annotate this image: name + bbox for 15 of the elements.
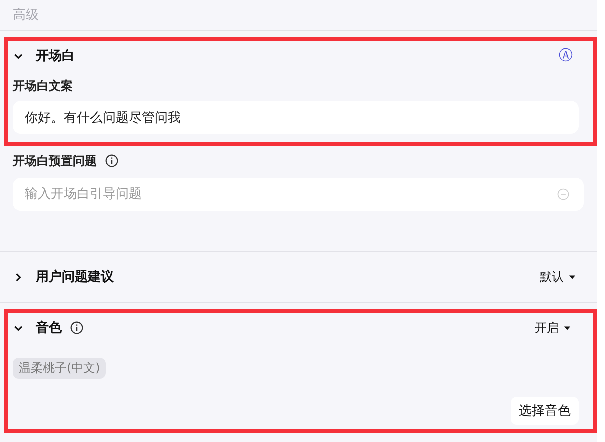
section-title[interactable]: 用户问题建议 (36, 268, 114, 286)
caret-icon (564, 324, 571, 332)
section-title[interactable]: 音色 (36, 319, 62, 337)
section-heading: 高级 (13, 7, 39, 24)
input-field[interactable]: 输入开场白引导问题 (13, 178, 584, 211)
input-field[interactable]: 你好。有什么问题尽管问我 (13, 101, 579, 134)
field-label: 开场白文案 (13, 78, 73, 94)
voice-tag: 温柔桃子(中文) (13, 358, 106, 379)
field-label: 开场白预置问题 (13, 152, 97, 170)
caret-icon (569, 274, 576, 280)
dropdown[interactable]: 默认 (540, 268, 576, 286)
dropdown[interactable]: 开启 (535, 320, 571, 336)
select-voice-button[interactable]: 选择音色 (511, 397, 579, 425)
section-title[interactable]: 开场白 (36, 47, 75, 65)
mode-badge[interactable]: Ⓐ (559, 47, 573, 65)
